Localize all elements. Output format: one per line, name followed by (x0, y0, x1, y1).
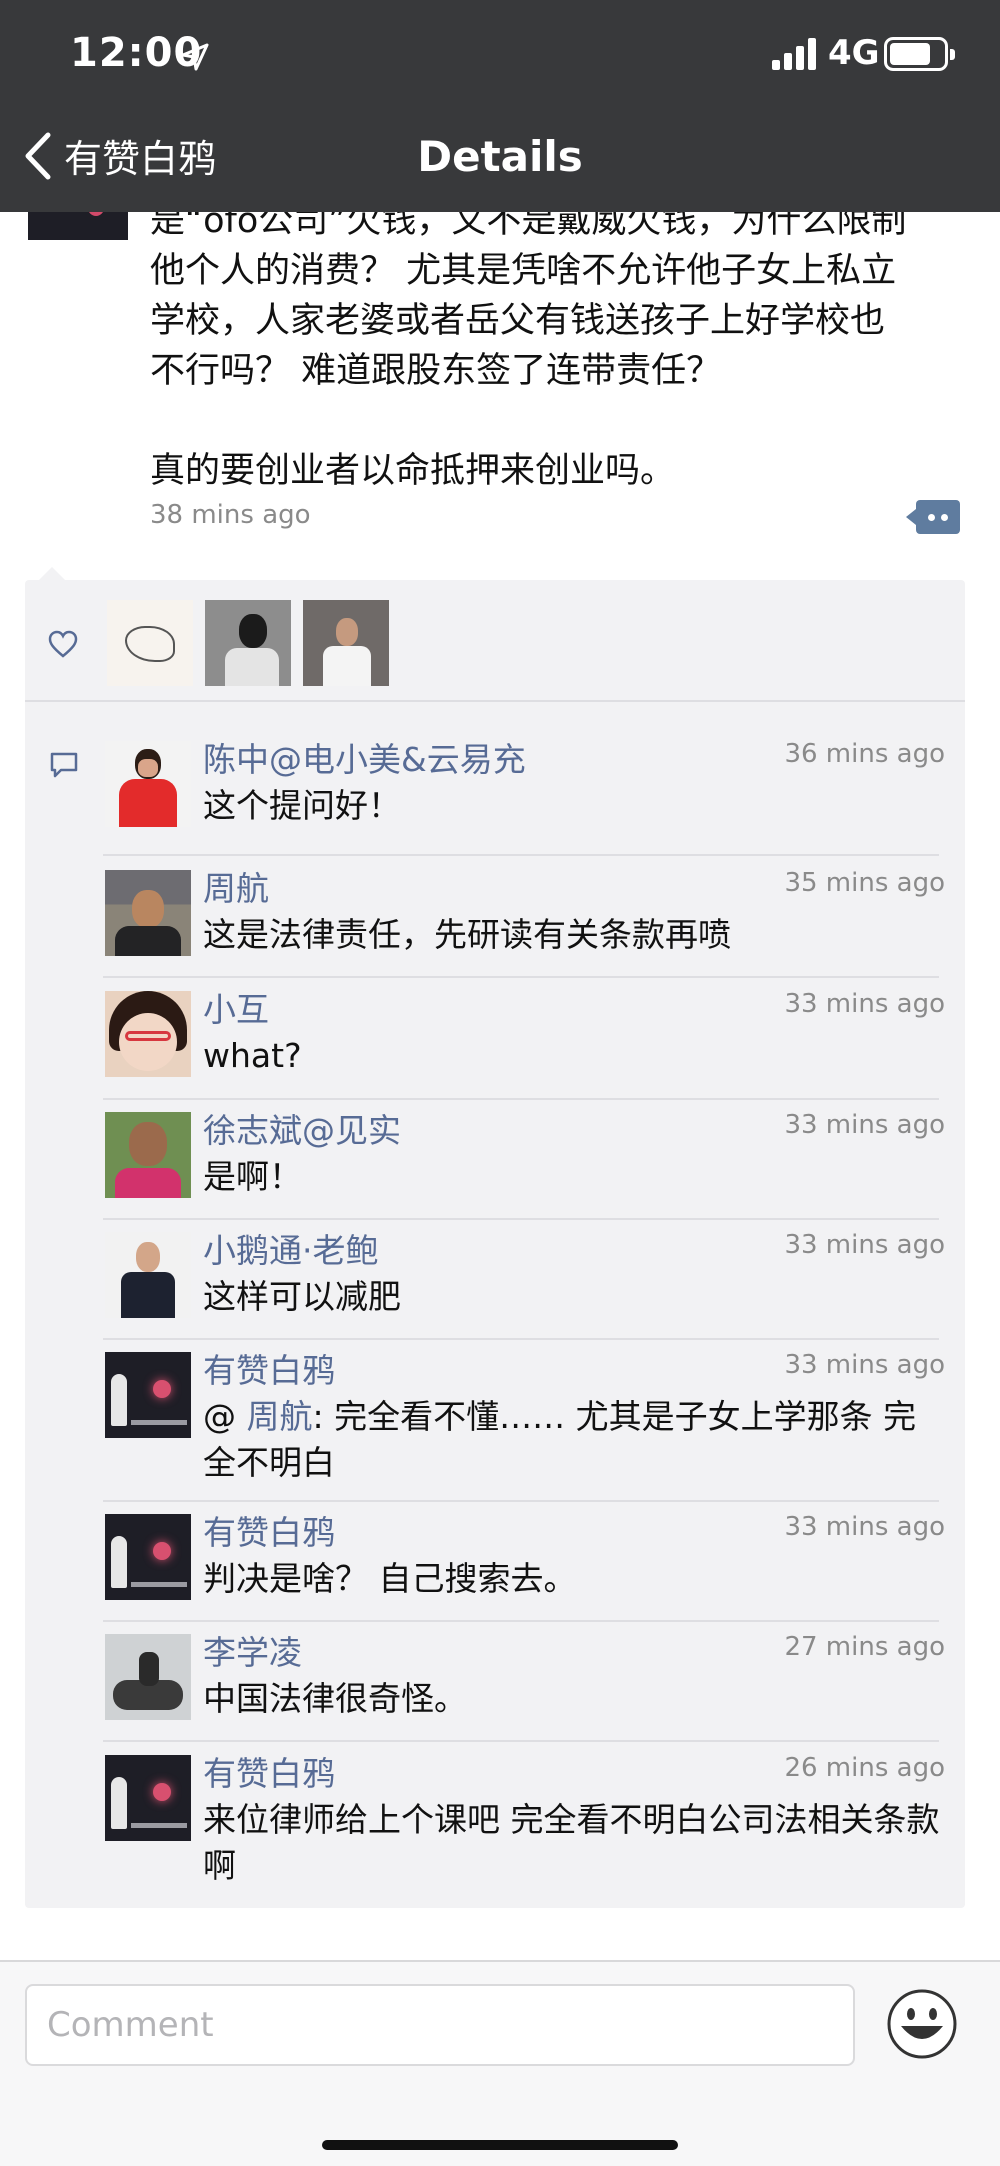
liker-avatar[interactable] (303, 600, 389, 686)
likes-row (25, 580, 965, 702)
divider (103, 1338, 939, 1340)
avatar[interactable] (105, 1352, 191, 1438)
back-chevron-icon (25, 132, 51, 179)
commenter-name[interactable]: 有赞白鸦 (203, 1747, 335, 1795)
comment-time: 33 mins ago (784, 1110, 945, 1140)
comment-time: 35 mins ago (784, 868, 945, 898)
comment-input[interactable] (25, 1984, 855, 2066)
comment-time: 36 mins ago (784, 739, 945, 769)
comment-text: 这是法律责任，先研读有关条款再喷 (203, 915, 731, 954)
avatar[interactable] (105, 1232, 191, 1318)
post-closing-line: 真的要创业者以命抵押来创业吗。 (150, 451, 676, 491)
commenter-name[interactable]: 有赞白鸦 (203, 1344, 335, 1392)
divider (103, 1098, 939, 1100)
post-content: 是“ofo公司”欠钱，又不是戴威欠钱，为什么限制 他个人的消费？ 尤其是凭啥不允… (150, 196, 970, 496)
signal-icon (772, 38, 816, 70)
mention-prefix: @ (203, 1397, 247, 1436)
emoji-icon[interactable] (886, 1988, 958, 2060)
comment-time: 33 mins ago (784, 989, 945, 1019)
commenter-name[interactable]: 小鹅通·老鲍 (203, 1224, 379, 1272)
comment-text: 这个提问好！ (203, 786, 401, 825)
comment-text: 判决是啥？ 自己搜索去。 (203, 1559, 577, 1598)
post-line: 不行吗？ 难道跟股东签了连带责任？ (150, 351, 722, 391)
avatar[interactable] (105, 741, 191, 827)
mention-link[interactable]: 周航 (247, 1397, 313, 1436)
comment-text: 中国法律很奇怪。 (203, 1679, 467, 1718)
network-type: 4G (828, 33, 880, 73)
panel-pointer (38, 567, 66, 581)
home-indicator (322, 2140, 678, 2150)
divider (103, 976, 939, 978)
back-label: 有赞白鸦 (64, 137, 217, 181)
post-line: 他个人的消费？ 尤其是凭啥不允许他子女上私立 (150, 251, 897, 291)
commenter-name[interactable]: 徐志斌@见实 (203, 1104, 401, 1152)
avatar[interactable] (105, 1112, 191, 1198)
liker-avatar[interactable] (107, 600, 193, 686)
comment-text: 这样可以减肥 (203, 1277, 401, 1316)
back-button[interactable]: 有赞白鸦 (20, 128, 216, 183)
comment-text: @ 周航: 完全看不懂…… 尤其是子女上学那条 完全不明白 (203, 1394, 947, 1486)
avatar[interactable] (105, 1755, 191, 1841)
commenter-name[interactable]: 陈中@电小美&云易充 (203, 733, 526, 781)
battery-icon (884, 37, 955, 71)
commenter-name[interactable]: 李学凌 (203, 1626, 302, 1674)
post-line: 学校，人家老婆或者岳父有钱送孩子上好学校也 (150, 301, 886, 341)
commenter-name[interactable]: 周航 (203, 862, 269, 910)
divider (103, 1218, 939, 1220)
avatar[interactable] (105, 991, 191, 1077)
comment-time: 33 mins ago (784, 1230, 945, 1260)
comment-input-bar (0, 1960, 1000, 2166)
avatar[interactable] (105, 1634, 191, 1720)
avatar[interactable] (105, 1514, 191, 1600)
navigation-header: 12:00 4G 有赞白鸦 Details (0, 0, 1000, 212)
commenter-name[interactable]: 有赞白鸦 (203, 1506, 335, 1554)
divider (103, 1620, 939, 1622)
liker-avatar[interactable] (205, 600, 291, 686)
comment-bubble-icon (50, 752, 78, 778)
post-timestamp: 38 mins ago (150, 500, 311, 530)
location-arrow-icon (181, 43, 209, 71)
divider (103, 1740, 939, 1742)
heart-icon (48, 630, 78, 658)
comment-text: 来位律师给上个课吧 完全看不明白公司法相关条款啊 (203, 1800, 940, 1885)
more-dots-icon[interactable] (906, 500, 960, 534)
divider (103, 1500, 939, 1502)
comment-text: 是啊！ (203, 1157, 302, 1196)
comment-time: 27 mins ago (784, 1632, 945, 1662)
commenter-name[interactable]: 小互 (203, 983, 269, 1031)
comment-time: 33 mins ago (784, 1350, 945, 1380)
avatar[interactable] (105, 870, 191, 956)
likes-comments-panel: 陈中@电小美&云易充 36 mins ago 这个提问好！ 周航 35 mins… (25, 580, 965, 1908)
comment-time: 33 mins ago (784, 1512, 945, 1542)
divider (103, 854, 939, 856)
comment-time: 26 mins ago (784, 1753, 945, 1783)
comment-text: what? (203, 1036, 302, 1075)
